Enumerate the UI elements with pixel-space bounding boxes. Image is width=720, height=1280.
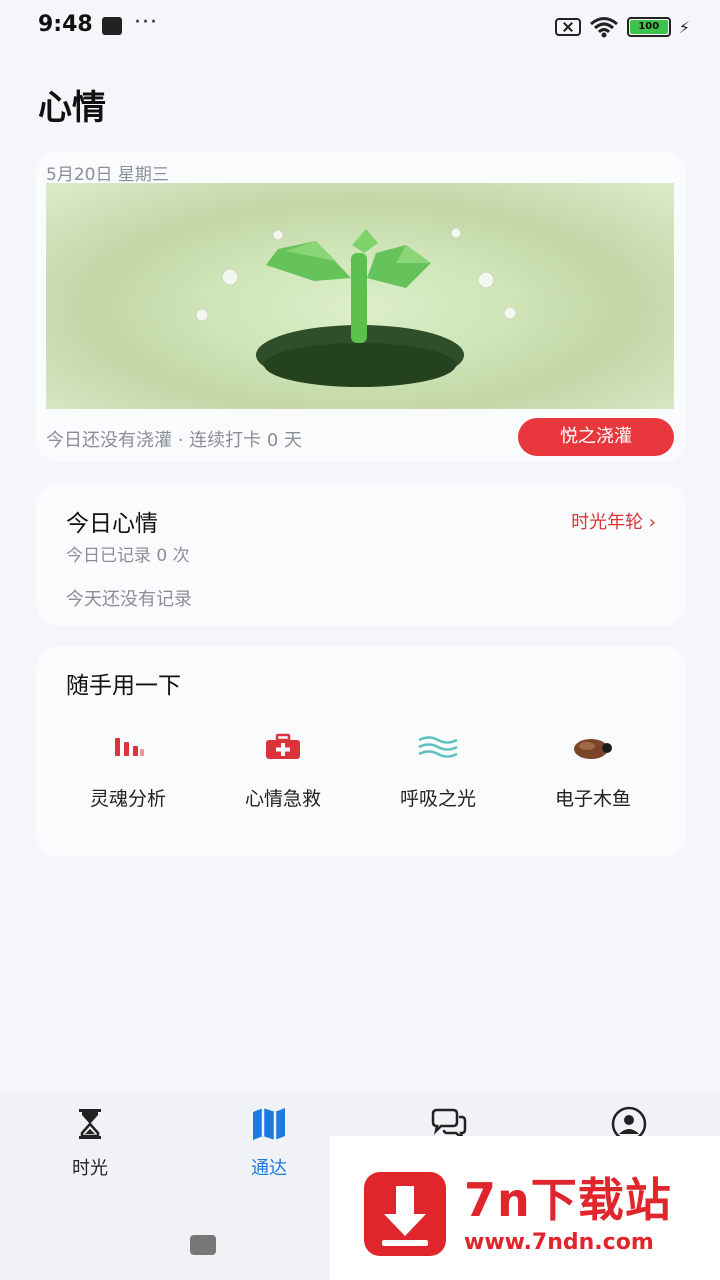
bar-chart-icon <box>115 738 144 756</box>
nav-item-time[interactable]: 时光 <box>30 1104 150 1180</box>
watermark-url: www.7ndn.com <box>464 1230 654 1255</box>
tool-label: 电子木鱼 <box>554 788 631 810</box>
watermark: 7n下载站 www.7ndn.com <box>330 1136 720 1280</box>
tool-mood-first-aid[interactable]: 心情急救 <box>213 732 353 812</box>
battery-level: 100 <box>629 20 668 34</box>
status-icons: 100 ⚡ <box>554 14 690 40</box>
map-icon <box>253 1108 285 1140</box>
wooden-fish-icon <box>574 739 612 759</box>
mood-record-count: 今日已记录 0 次 <box>66 546 190 566</box>
tool-label: 灵魂分析 <box>89 788 166 810</box>
plant-illustration[interactable] <box>46 183 674 409</box>
tool-label: 心情急救 <box>244 788 321 810</box>
first-aid-kit-icon <box>266 733 300 759</box>
tool-label: 呼吸之光 <box>399 788 476 810</box>
tool-breath-light[interactable]: 呼吸之光 <box>368 732 508 812</box>
no-sim-icon <box>554 18 581 36</box>
more-notifications-icon: ··· <box>134 10 158 35</box>
page-title: 心情 <box>38 88 106 128</box>
watering-card: 5月20日 星期三 今日还没有浇灌 · 连续打卡 0 天 悦之浇灌 <box>36 152 686 462</box>
today-mood-card: 今日心情 时光年轮 › 今日已记录 0 次 今天还没有记录 <box>36 484 686 626</box>
date-label: 5月20日 星期三 <box>46 165 169 185</box>
time-rings-link[interactable]: 时光年轮 › <box>571 508 656 534</box>
hourglass-icon <box>79 1109 101 1139</box>
nav-item-tongda[interactable]: 通达 <box>209 1104 329 1180</box>
tools-title: 随手用一下 <box>66 673 181 699</box>
watermark-title: 7n下载站 <box>464 1173 672 1227</box>
status-time: 9:48 <box>38 12 93 37</box>
waves-icon <box>418 736 458 758</box>
notification-icon <box>102 17 122 35</box>
battery-icon: 100 <box>626 17 671 37</box>
watering-status: 今日还没有浇灌 · 连续打卡 0 天 <box>46 430 303 451</box>
mood-empty-text: 今天还没有记录 <box>66 589 192 610</box>
download-logo-icon <box>364 1172 446 1256</box>
tool-wooden-fish[interactable]: 电子木鱼 <box>523 732 663 812</box>
home-button[interactable] <box>190 1235 216 1255</box>
mood-title: 今日心情 <box>66 511 158 537</box>
tool-soul-analysis[interactable]: 灵魂分析 <box>58 732 198 812</box>
nav-label: 时光 <box>72 1158 108 1179</box>
status-bar: 9:48 ··· 100 ⚡ <box>0 0 720 56</box>
wifi-icon <box>589 17 618 38</box>
quick-tools-card: 随手用一下 灵魂分析 心情急救 呼吸之光 电子木鱼 <box>36 646 686 856</box>
water-button[interactable]: 悦之浇灌 <box>518 418 674 456</box>
charging-icon: ⚡ <box>678 17 690 37</box>
nav-label: 通达 <box>251 1158 287 1179</box>
